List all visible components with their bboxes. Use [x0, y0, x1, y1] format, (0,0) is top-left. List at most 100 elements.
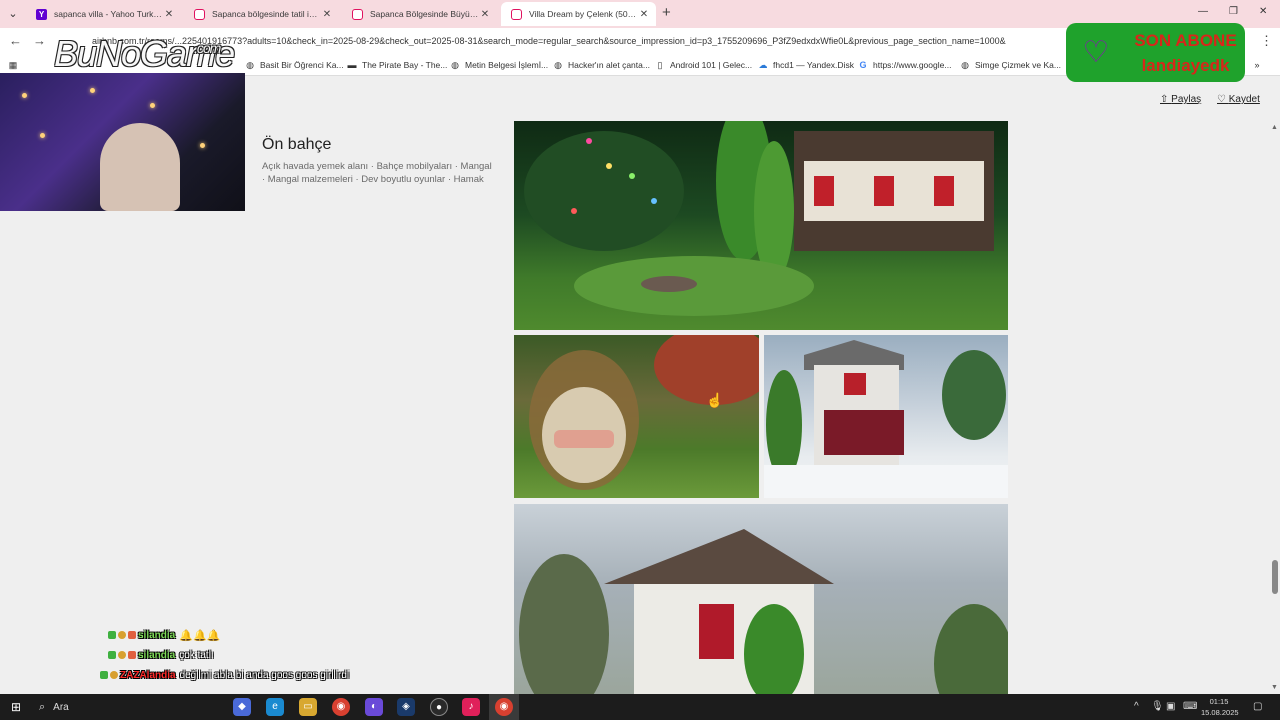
clock-date: 15.08.2025: [1201, 708, 1239, 717]
steam-icon[interactable]: ◈: [397, 698, 415, 716]
airbnb-favicon-icon: [511, 8, 522, 20]
tiktok-icon[interactable]: ♪: [462, 698, 480, 716]
close-window-icon[interactable]: ✕: [1259, 6, 1267, 17]
bookmark-item[interactable]: Ghttps://www.google...: [858, 60, 951, 70]
tray-chevron-icon[interactable]: ^: [1134, 701, 1139, 712]
garden-night-illustration: [524, 121, 994, 316]
keyboard-icon[interactable]: ⌨: [1183, 701, 1197, 712]
tab-yahoo-search[interactable]: Y sapanca villa - Yahoo Turkey Ar ✕: [26, 2, 181, 26]
tab-close-icon[interactable]: ✕: [321, 9, 333, 20]
chat-badge-icon: [128, 651, 136, 659]
chrome-icon[interactable]: ◉: [332, 698, 350, 716]
globe-icon: ◍: [961, 60, 969, 70]
tab-villa-dream[interactable]: Villa Dream by Çelenk (5000 m ✕: [501, 2, 656, 26]
edge-icon[interactable]: e: [266, 698, 284, 716]
bookmark-item[interactable]: ◍ Basit Bir Öğrenci Ka...: [245, 60, 344, 70]
tab-close-icon[interactable]: ✕: [638, 9, 650, 20]
last-subscriber-overlay: ♡ SON ABONE landiayedk: [1066, 23, 1245, 82]
tab-airbnb-search[interactable]: Sapanca bölgesinde tatil için ki ✕: [184, 2, 339, 26]
light-decoration: [22, 93, 27, 98]
photo-garden-night[interactable]: [514, 121, 1008, 330]
save-button[interactable]: ♡ Kaydet: [1217, 94, 1260, 105]
address-bar[interactable]: airbnb.com.tr/rooms/...225401916773?adul…: [92, 36, 1062, 46]
taskbar-clock[interactable]: 01:15 15.08.2025: [1201, 696, 1239, 718]
windows-start-icon[interactable]: ⊞: [9, 700, 23, 714]
cloud-icon: ☁: [758, 60, 768, 70]
forward-arrow-icon[interactable]: →: [33, 33, 46, 48]
back-arrow-icon[interactable]: ←: [9, 33, 22, 48]
bookmark-label: https://www.google...: [873, 60, 952, 70]
discord-icon[interactable]: ◐: [365, 698, 383, 716]
more-bookmarks-chevron-icon[interactable]: »: [1252, 60, 1267, 70]
obs-icon[interactable]: ●: [430, 698, 448, 716]
tab-close-icon[interactable]: ✕: [479, 9, 491, 20]
tab-close-icon[interactable]: ✕: [163, 9, 175, 20]
bookmark-label: Metin Belgesi İşlemİ...: [465, 60, 549, 70]
subscriber-text: SON ABONE landiayedk: [1126, 28, 1245, 78]
chat-text: değilmi abla bi anda goos goos girilirdi: [179, 669, 350, 681]
new-tab-button[interactable]: +: [662, 5, 671, 21]
light-decoration: [150, 103, 155, 108]
bookmark-item[interactable]: ☁ fhcd1 — Yandex.Disk: [758, 60, 854, 70]
hammock-seat-illustration: [529, 335, 759, 490]
chat-username: silandia: [138, 649, 176, 661]
hand-cursor-icon: ☝: [706, 392, 724, 408]
subscriber-heading: SON ABONE: [1134, 30, 1237, 50]
restore-icon[interactable]: ❐: [1229, 6, 1238, 17]
chat-message: silandia çok tatlı: [100, 645, 400, 665]
tab-title: Sapanca bölgesinde tatil için ki: [212, 9, 321, 19]
bookmark-item[interactable]: ◍ Metin Belgesi İşlemİ...: [450, 60, 548, 70]
globe-icon: ◍: [554, 60, 562, 70]
tab-title: sapanca villa - Yahoo Turkey Ar: [54, 9, 163, 19]
network-icon[interactable]: ▣: [1166, 701, 1175, 712]
photo-house-winter[interactable]: [514, 504, 1008, 694]
bookmark-item[interactable]: ◍ Hacker'ın alet çanta...: [553, 60, 650, 70]
chat-badge-icon: [108, 651, 116, 659]
chat-badge-icon: [110, 671, 118, 679]
chat-badge-icon: [118, 651, 126, 659]
page-scrollbar[interactable]: ▲ ▼: [1271, 124, 1279, 694]
minimize-icon[interactable]: —: [1198, 6, 1208, 17]
chat-badge-icon: [108, 631, 116, 639]
yahoo-favicon-icon: Y: [36, 8, 47, 20]
airbnb-favicon-icon: [194, 8, 205, 20]
apps-grid-icon[interactable]: ▦: [8, 60, 23, 70]
photo-house-snow[interactable]: [764, 335, 1008, 498]
photo-hammock-seat[interactable]: [514, 335, 759, 498]
tab-airbnb-group[interactable]: Sapanca Bölgesinde Büyük Gru ✕: [342, 2, 497, 26]
browser-menu-icon[interactable]: ⋮: [1260, 33, 1273, 49]
share-icon: ⇧: [1160, 94, 1172, 105]
bookmark-item[interactable]: ▯ Android 101 | Gelec...: [655, 60, 753, 70]
copilot-icon[interactable]: ◆: [233, 698, 251, 716]
chrome-active-icon[interactable]: ◉: [495, 698, 513, 716]
bookmark-item[interactable]: ▬ The Pirate Bay - The...: [347, 60, 448, 70]
bookmark-label: Simge Çizmek ve Ka...: [975, 60, 1061, 70]
taskbar-search[interactable]: ⌕ Ara: [33, 697, 223, 717]
file-explorer-icon[interactable]: ▭: [299, 698, 317, 716]
share-button[interactable]: ⇧ Paylaş: [1160, 94, 1201, 105]
ship-icon: ▬: [347, 60, 357, 70]
streamer-figure: [100, 123, 180, 211]
chat-username: silandia: [138, 629, 176, 641]
chat-message: ZAZAlandia değilmi abla bi anda goos goo…: [100, 665, 400, 685]
scroll-down-arrow-icon[interactable]: ▼: [1271, 684, 1278, 691]
bookmark-label: Hacker'ın alet çanta...: [568, 60, 650, 70]
stream-logo: BuNoGame .com: [54, 34, 235, 74]
microphone-icon[interactable]: 🎙: [1151, 701, 1164, 712]
tab-title: Sapanca Bölgesinde Büyük Gru: [370, 9, 479, 19]
scroll-thumb[interactable]: [1272, 560, 1278, 594]
light-decoration: [200, 143, 205, 148]
clock-time: 01:15: [1209, 697, 1229, 706]
bookmark-label: fhcd1 — Yandex.Disk: [773, 60, 854, 70]
search-icon: ⌕: [39, 700, 46, 713]
chat-badge-icon: [118, 631, 126, 639]
tab-title: Villa Dream by Çelenk (5000 m: [529, 9, 638, 19]
scroll-up-arrow-icon[interactable]: ▲: [1271, 124, 1278, 131]
stream-chat-overlay: silandia 🔔🔔🔔 silandia çok tatlı ZAZAland…: [100, 625, 400, 685]
bookmark-label: Basit Bir Öğrenci Ka...: [260, 60, 344, 70]
bookmark-item[interactable]: ◍ Simge Çizmek ve Ka...: [960, 60, 1061, 70]
house-snow-illustration: [764, 340, 1008, 498]
google-icon: G: [859, 60, 867, 70]
tab-search-chevron-icon[interactable]: ⌄: [4, 5, 22, 23]
notifications-icon[interactable]: ▢: [1253, 701, 1262, 712]
